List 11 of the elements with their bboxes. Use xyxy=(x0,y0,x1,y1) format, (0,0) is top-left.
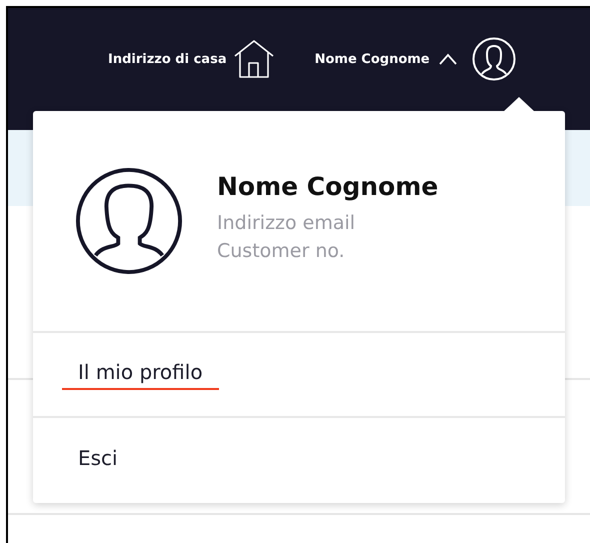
menu-item[interactable]: Esci xyxy=(78,446,118,476)
profile-name: Nome Cognome xyxy=(217,172,438,200)
email-text: Indirizzo email xyxy=(217,210,356,236)
home-address-link[interactable]: Indirizzo di casa xyxy=(108,52,227,66)
avatar-icon xyxy=(75,167,183,275)
caret-icon[interactable] xyxy=(438,53,458,65)
user-name-link[interactable]: Nome Cognome xyxy=(314,52,430,66)
home-icon[interactable] xyxy=(232,39,275,79)
menu-item[interactable]: Il mio profilo xyxy=(62,360,219,390)
user-avatar-icon[interactable] xyxy=(472,37,516,81)
customer-number-text: Customer no. xyxy=(217,238,346,264)
